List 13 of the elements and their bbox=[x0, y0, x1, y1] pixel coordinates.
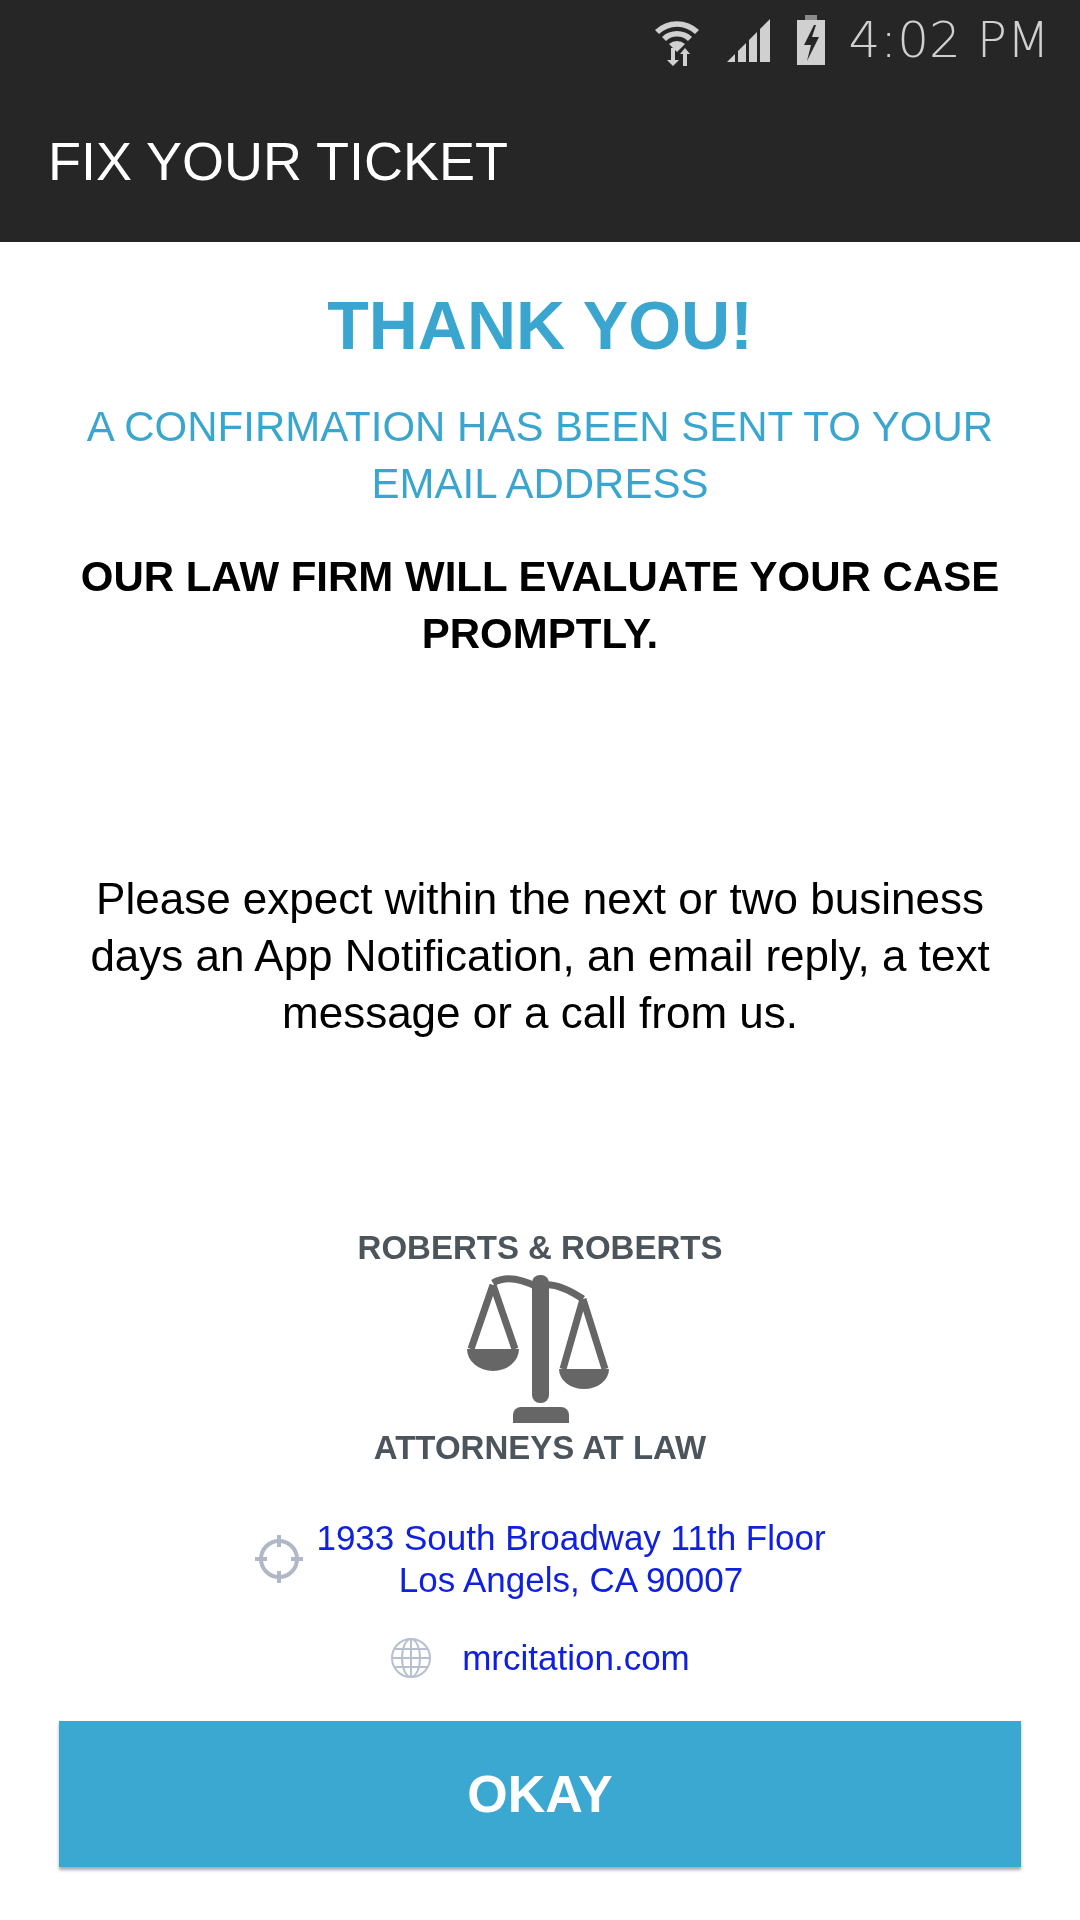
address-link[interactable]: 1933 South Broadway 11th Floor Los Angels, CA 90007 bbox=[316, 1517, 826, 1601]
firm-tagline: ATTORNEYS AT LAW bbox=[373, 1429, 707, 1467]
clock-time: 4:02 PM bbox=[848, 11, 1050, 69]
globe-icon bbox=[390, 1637, 433, 1679]
confirmation-text: A CONFIRMATION HAS BEEN SENT TO YOUR EMAIL ADDRESS bbox=[85, 402, 995, 509]
crosshair-icon bbox=[254, 1534, 305, 1584]
battery-charging-icon bbox=[794, 15, 827, 65]
firm-name: ROBERTS & ROBERTS bbox=[357, 1229, 723, 1267]
app-title: FIX YOUR TICKET bbox=[48, 130, 509, 192]
website-link[interactable]: mrcitation.com bbox=[462, 1637, 690, 1679]
message-text: Please expect within the next or two business days an App Notification, an email reply, a text message or a call from us. bbox=[89, 873, 991, 1039]
thank-you-heading: THANK YOU! bbox=[327, 286, 753, 364]
notice-text: OUR LAW FIRM WILL EVALUATE YOUR CASE PROMPTLY. bbox=[79, 552, 1001, 659]
